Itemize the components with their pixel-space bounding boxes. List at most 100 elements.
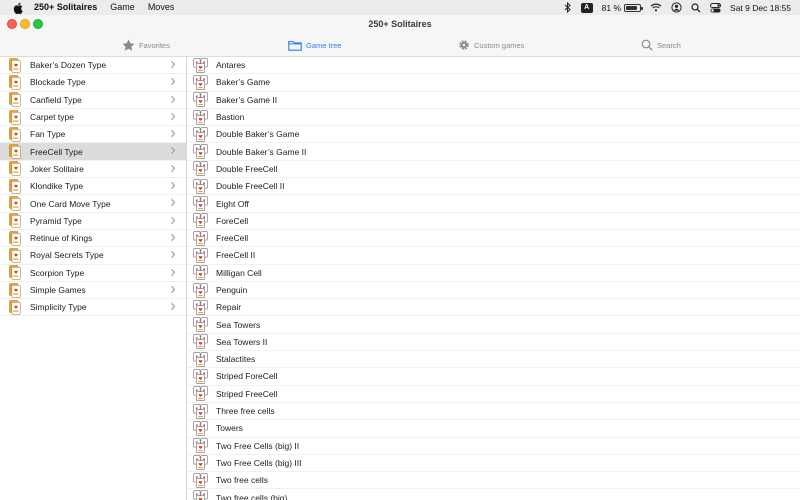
game-row[interactable]: Double FreeCell II [187, 178, 800, 196]
game-label: Two Free Cells (big) III [216, 457, 302, 468]
game-row[interactable]: Two Free Cells (big) III [187, 455, 800, 473]
input-source-badge[interactable]: A [580, 2, 593, 13]
category-row[interactable]: Klondike Type [0, 178, 186, 196]
menu-game[interactable]: Game [110, 0, 135, 15]
game-row[interactable]: Repair [187, 299, 800, 317]
game-label: Two Free Cells (big) II [216, 440, 300, 451]
game-row[interactable]: Double Baker’s Game II [187, 143, 800, 161]
category-row[interactable]: Blockade Type [0, 74, 186, 92]
game-row[interactable]: Double Baker’s Game [187, 126, 800, 144]
menu-moves[interactable]: Moves [148, 0, 175, 15]
game-label: Milligan Cell [216, 267, 262, 278]
game-row[interactable]: Baker’s Game [187, 74, 800, 92]
chevron-right-icon [171, 233, 176, 242]
freecell-cards-icon [193, 386, 208, 401]
freecell-cards-icon [193, 317, 208, 332]
freecell-cards-icon [193, 438, 208, 453]
app-menu[interactable]: 250+ Solitaires [34, 0, 97, 15]
game-label: Baker’s Game [216, 77, 271, 88]
card-stack-icon [9, 109, 21, 125]
bluetooth-icon[interactable] [564, 2, 572, 13]
card-stack-icon [9, 299, 21, 315]
game-label: FreeCell II [216, 250, 256, 261]
game-row[interactable]: FreeCell [187, 230, 800, 248]
card-stack-icon [9, 127, 21, 142]
category-row[interactable]: Canfield Type [0, 92, 186, 109]
category-row[interactable]: One Card Move Type [0, 195, 186, 213]
freecell-cards-icon [193, 230, 208, 246]
game-row[interactable]: Two free cells (big) [187, 489, 800, 500]
game-row[interactable]: Two free cells [187, 472, 800, 490]
card-stack-icon [9, 57, 21, 73]
category-label: Baker’s Dozen Type [30, 60, 107, 71]
game-label: Penguin [216, 285, 248, 295]
game-row[interactable]: Striped ForeCell [187, 368, 800, 386]
freecell-cards-icon [193, 127, 208, 142]
chevron-right-icon [171, 268, 176, 276]
chevron-right-icon [171, 285, 176, 294]
apple-menu-icon[interactable] [12, 2, 24, 14]
wifi-icon[interactable] [650, 3, 662, 12]
game-row[interactable]: Bastion [187, 109, 800, 127]
game-row[interactable]: Penguin [187, 282, 800, 300]
card-stack-icon [9, 196, 21, 211]
category-row[interactable]: Carpet type [0, 109, 186, 127]
chevron-right-icon [171, 147, 176, 155]
freecell-cards-icon [193, 282, 208, 298]
freecell-cards-icon [193, 92, 208, 107]
date-time[interactable]: Sat 9 Dec 18:55 [730, 3, 791, 13]
freecell-cards-icon [193, 144, 208, 159]
chevron-right-icon [171, 216, 176, 224]
game-row[interactable]: Eight Off [187, 195, 800, 213]
game-row[interactable]: ForeCell [187, 213, 800, 230]
battery-indicator[interactable]: 81 % [602, 3, 644, 13]
category-row[interactable]: Baker’s Dozen Type [0, 57, 186, 75]
chevron-right-icon [171, 130, 176, 138]
category-row[interactable]: FreeCell Type [0, 143, 186, 161]
freecell-cards-icon [193, 334, 208, 350]
game-row[interactable]: Sea Towers [187, 316, 800, 334]
game-row[interactable]: Sea Towers II [187, 334, 800, 352]
menu-bar: 250+ Solitaires Game Moves A 81 % Sat 9 … [0, 0, 800, 15]
spotlight-search-icon[interactable] [691, 2, 701, 13]
chevron-right-icon [171, 164, 176, 172]
category-row[interactable]: Simplicity Type [0, 299, 186, 317]
game-row[interactable]: Towers [187, 420, 800, 438]
game-row[interactable]: Three free cells [187, 403, 800, 421]
game-row[interactable]: Two Free Cells (big) II [187, 438, 800, 455]
game-row[interactable]: Antares [187, 57, 800, 75]
game-label: Repair [216, 302, 242, 313]
game-row[interactable]: FreeCell II [187, 247, 800, 265]
freecell-cards-icon [193, 265, 208, 280]
tab-game-tree[interactable]: Game tree [288, 33, 341, 57]
game-row[interactable]: Striped FreeCell [187, 386, 800, 403]
chevron-right-icon [171, 60, 176, 69]
chevron-right-icon [171, 95, 176, 103]
category-label: Klondike Type [30, 181, 84, 192]
category-row[interactable]: Joker Solitaire [0, 161, 186, 179]
game-row[interactable]: Milligan Cell [187, 265, 800, 282]
category-label: Simple Games [30, 285, 86, 295]
category-row[interactable]: Retinue of Kings [0, 230, 186, 248]
game-label: Sea Towers II [216, 336, 268, 347]
category-row[interactable]: Royal Secrets Type [0, 247, 186, 265]
tab-favorites[interactable]: Favorites [122, 33, 170, 57]
card-stack-icon [9, 178, 21, 194]
category-row[interactable]: Pyramid Type [0, 213, 186, 230]
category-label: One Card Move Type [30, 198, 111, 209]
category-label: Simplicity Type [30, 302, 87, 313]
category-row[interactable]: Fan Type [0, 126, 186, 144]
category-label: Pyramid Type [30, 215, 82, 226]
tab-search[interactable]: Search [641, 33, 681, 57]
category-label: Scorpion Type [30, 267, 85, 278]
status-area: A 81 % Sat 9 Dec 18:55 [564, 0, 800, 15]
game-row[interactable]: Double FreeCell [187, 161, 800, 179]
game-row[interactable]: Stalactites [187, 351, 800, 369]
user-icon[interactable] [671, 2, 682, 13]
game-row[interactable]: Baker’s Game II [187, 92, 800, 109]
tab-custom-games[interactable]: Custom games [458, 33, 524, 57]
control-center-icon[interactable] [710, 2, 722, 13]
category-row[interactable]: Scorpion Type [0, 265, 186, 282]
category-row[interactable]: Simple Games [0, 282, 186, 300]
category-label: Carpet type [30, 112, 74, 123]
